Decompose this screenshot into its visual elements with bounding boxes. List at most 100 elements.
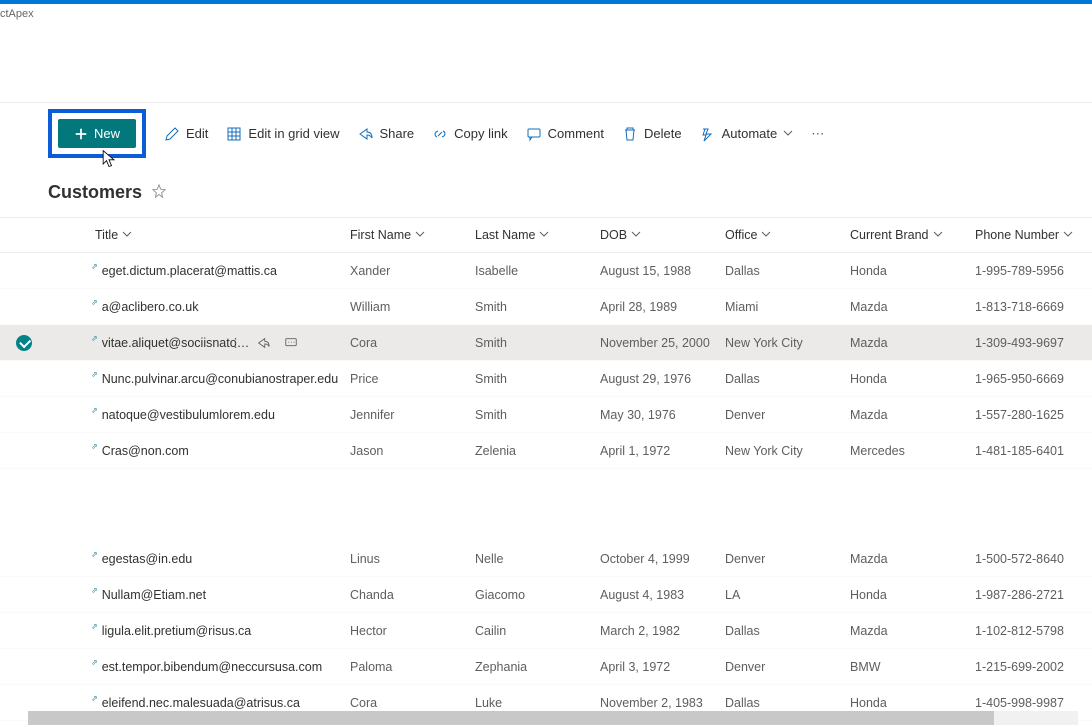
cell-office: New York City [725,336,850,350]
cell-first: Paloma [350,660,475,674]
automate-button[interactable]: Automate [700,126,794,142]
cell-phone: 1-500-572-8640 [975,552,1092,566]
row-title[interactable]: est.tempor.bibendum@neccursusa.com [102,660,332,674]
shared-icon: ⇗ [91,658,98,667]
edit-button[interactable]: Edit [164,126,208,142]
cell-dob: August 4, 1983 [600,588,725,602]
cell-phone: 1-405-998-9987 [975,696,1092,710]
row-comment-icon[interactable] [284,336,298,350]
comment-button[interactable]: Comment [526,126,604,142]
row-share-icon[interactable] [256,336,270,350]
new-button[interactable]: New [58,119,136,148]
cell-office: Dallas [725,264,850,278]
row-more-icon[interactable]: ⋮ [229,335,242,350]
command-bar: New Edit Edit in grid view Share Copy li… [0,102,1092,164]
cell-phone: 1-813-718-6669 [975,300,1092,314]
col-brand[interactable]: Current Brand [850,228,975,242]
cell-phone: 1-309-493-9697 [975,336,1092,350]
plus-icon [74,127,88,141]
col-phone[interactable]: Phone Number [975,228,1092,242]
row-select-indicator[interactable] [16,335,32,351]
cell-dob: August 15, 1988 [600,264,725,278]
cell-brand: Mazda [850,624,975,638]
share-label: Share [379,126,414,141]
table-row[interactable]: ⇗Nunc.pulvinar.arcu@conubianostraper.edu… [0,361,1092,397]
table-row[interactable]: ⇗ Nullam@Etiam.net ChandaGiacomoAugust 4, … [0,577,1092,613]
more-button[interactable]: ⋯ [811,126,826,142]
cell-dob: November 2, 1983 [600,696,725,710]
cell-phone: 1-995-789-5956 [975,264,1092,278]
row-title[interactable]: eget.dictum.placerat@mattis.ca [102,264,287,278]
cell-dob: April 1, 1972 [600,444,725,458]
cell-last: Giacomo [475,588,600,602]
cell-office: New York City [725,444,850,458]
cell-office: Dallas [725,624,850,638]
column-header-row: Title First Name Last Name DOB Office Cu… [0,217,1092,253]
cell-brand: Mazda [850,336,975,350]
row-title[interactable]: eleifend.nec.malesuada@atrisus.ca [102,696,310,710]
grid-icon [226,126,242,142]
cell-last: Smith [475,408,600,422]
cell-first: Xander [350,264,475,278]
col-first[interactable]: First Name [350,228,475,242]
cell-office: Miami [725,300,850,314]
cell-last: Smith [475,300,600,314]
cell-office: Dallas [725,372,850,386]
trash-icon [622,126,638,142]
edit-label: Edit [186,126,208,141]
copylink-button[interactable]: Copy link [432,126,507,142]
row-title[interactable]: ligula.elit.pretium@risus.ca [102,624,262,638]
cell-phone: 1-102-812-5798 [975,624,1092,638]
cell-dob: April 28, 1989 [600,300,725,314]
cell-first: Price [350,372,475,386]
cell-first: Hector [350,624,475,638]
col-title[interactable]: Title [95,228,350,242]
tutorial-highlight: New [48,109,146,158]
cell-dob: May 30, 1976 [600,408,725,422]
row-title[interactable]: Nunc.pulvinar.arcu@conubianostraper.edu [102,372,348,386]
col-dob[interactable]: DOB [600,228,725,242]
shared-icon: ⇗ [91,586,98,595]
row-title[interactable]: Cras@non.com [102,444,199,458]
share-icon [357,126,373,142]
edit-grid-button[interactable]: Edit in grid view [226,126,339,142]
cell-last: Nelle [475,552,600,566]
table-row[interactable]: ⇗Cras@non.comJasonZeleniaApril 1, 1972Ne… [0,433,1092,469]
table-row[interactable]: ⇗ est.tempor.bibendum@neccursusa.com Palom… [0,649,1092,685]
row-title[interactable]: a@aclibero.co.uk [102,300,209,314]
table-row[interactable]: ⇗natoque@vestibulumlorem.eduJenniferSmit… [0,397,1092,433]
table-row[interactable]: ⇗ligula.elit.pretium@risus.caHectorCaili… [0,613,1092,649]
cell-brand: Mercedes [850,444,975,458]
horizontal-scrollbar[interactable] [28,711,1078,725]
star-icon [152,184,166,198]
cell-dob: March 2, 1982 [600,624,725,638]
cell-brand: Mazda [850,408,975,422]
col-last[interactable]: Last Name [475,228,600,242]
table-row[interactable]: ⇗eget.dictum.placerat@mattis.caXanderIsa… [0,253,1092,289]
scrollbar-thumb[interactable] [28,711,994,725]
row-title[interactable]: egestas@in.edu [102,552,203,566]
share-button[interactable]: Share [357,126,414,142]
cell-last: Isabelle [475,264,600,278]
shared-icon: ⇗ [91,298,98,307]
cell-first: Cora [350,696,475,710]
cell-brand: Honda [850,372,975,386]
link-icon [432,126,448,142]
delete-button[interactable]: Delete [622,126,682,142]
table-row[interactable]: ⇗egestas@in.eduLinusNelleOctober 4, 1999… [0,541,1092,577]
favorite-button[interactable] [152,184,166,201]
cell-dob: April 3, 1972 [600,660,725,674]
cell-last: Smith [475,336,600,350]
col-office[interactable]: Office [725,228,850,242]
list-title: Customers [48,182,142,203]
cell-first: Chanda [350,588,475,602]
cell-last: Zephania [475,660,600,674]
edit-grid-label: Edit in grid view [248,126,339,141]
row-title[interactable]: Nullam@Etiam.net [102,588,216,602]
table-row[interactable]: ⇗a@aclibero.co.ukWilliamSmithApril 28, 1… [0,289,1092,325]
row-title[interactable]: natoque@vestibulumlorem.edu [102,408,285,422]
cell-first: Jason [350,444,475,458]
table-row[interactable]: ⇗vitae.aliquet@sociisnato…⋮CoraSmithNove… [0,325,1092,361]
flow-icon [700,126,716,142]
delete-label: Delete [644,126,682,141]
